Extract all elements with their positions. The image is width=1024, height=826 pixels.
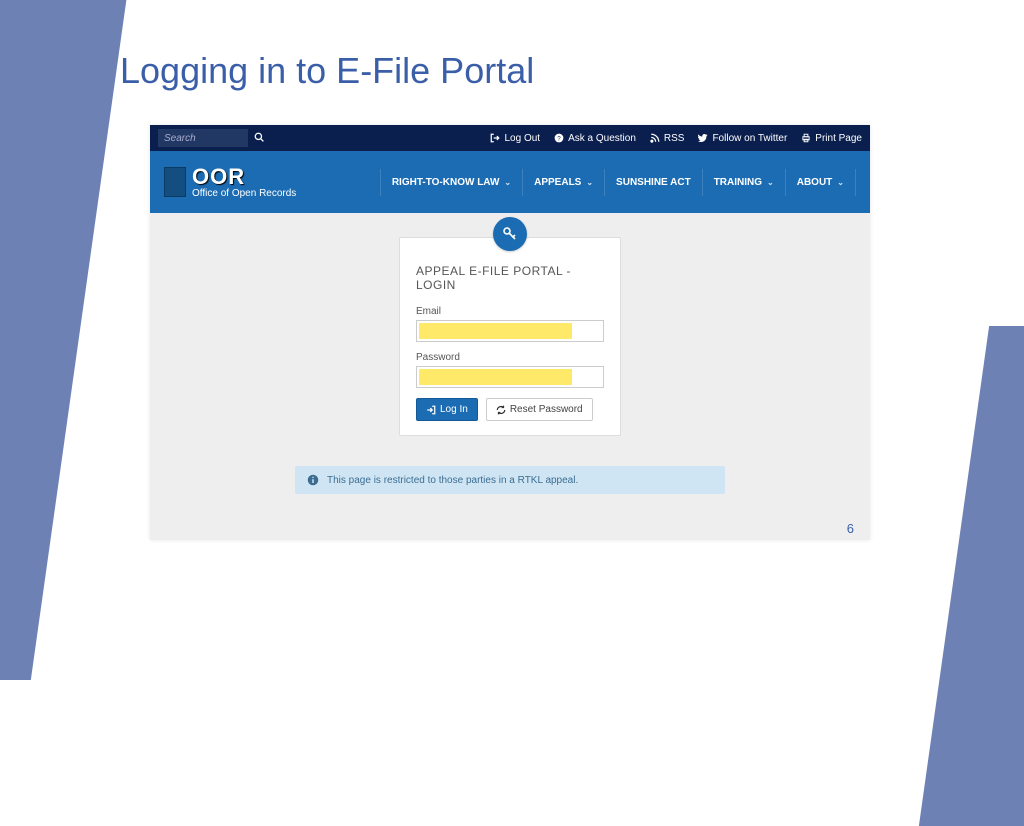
nav-rtk[interactable]: RIGHT-TO-KNOW LAW ⌄ — [380, 169, 522, 196]
password-field[interactable] — [416, 366, 604, 388]
print-icon — [801, 133, 811, 143]
slide-accent-right — [919, 326, 1024, 826]
nav-appeals[interactable]: APPEALS ⌄ — [522, 169, 604, 196]
refresh-icon — [496, 405, 506, 415]
reset-button-label: Reset Password — [510, 404, 583, 415]
slide-title: Logging in to E-File Portal — [120, 50, 534, 92]
ask-link[interactable]: ? Ask a Question — [554, 133, 636, 144]
info-message: This page is restricted to those parties… — [327, 475, 578, 486]
nav-sunshine-label: SUNSHINE ACT — [616, 177, 691, 188]
logo-main: OOR — [192, 166, 296, 188]
twitter-icon — [698, 133, 708, 143]
email-field[interactable] — [416, 320, 604, 342]
chevron-down-icon: ⌄ — [586, 178, 593, 187]
nav-training-label: TRAINING — [714, 177, 762, 188]
email-autofill — [419, 323, 572, 339]
chevron-down-icon: ⌄ — [504, 178, 511, 187]
site-logo[interactable]: OOR Office of Open Records — [164, 166, 296, 199]
utility-links: Log Out ? Ask a Question RSS Follow on T… — [490, 133, 862, 144]
slide-accent-left — [0, 0, 129, 680]
login-card: APPEAL E-FILE PORTAL - LOGIN Email Passw… — [399, 237, 621, 436]
twitter-link[interactable]: Follow on Twitter — [698, 133, 787, 144]
nav-sunshine[interactable]: SUNSHINE ACT — [604, 169, 702, 196]
chevron-down-icon: ⌄ — [767, 178, 774, 187]
nav-appeals-label: APPEALS — [534, 177, 581, 188]
login-button-label: Log In — [440, 404, 468, 415]
nav-about[interactable]: ABOUT ⌄ — [785, 169, 856, 196]
login-title: APPEAL E-FILE PORTAL - LOGIN — [416, 264, 604, 292]
key-icon — [502, 226, 518, 242]
button-row: Log In Reset Password — [416, 398, 604, 421]
rss-icon — [650, 133, 660, 143]
logo-sub: Office of Open Records — [192, 188, 296, 199]
svg-text:?: ? — [557, 136, 561, 143]
login-button[interactable]: Log In — [416, 398, 478, 421]
utility-bar: Log Out ? Ask a Question RSS Follow on T… — [150, 125, 870, 151]
rss-label: RSS — [664, 133, 685, 144]
search-icon[interactable] — [254, 132, 264, 145]
logout-icon — [490, 133, 500, 143]
password-label: Password — [416, 352, 604, 363]
print-link[interactable]: Print Page — [801, 133, 862, 144]
email-label: Email — [416, 306, 604, 317]
login-card-wrap: APPEAL E-FILE PORTAL - LOGIN Email Passw… — [399, 233, 621, 436]
logo-icon — [164, 167, 186, 197]
nav-about-label: ABOUT — [797, 177, 833, 188]
rss-link[interactable]: RSS — [650, 133, 685, 144]
key-badge — [493, 217, 527, 251]
main-nav: RIGHT-TO-KNOW LAW ⌄ APPEALS ⌄ SUNSHINE A… — [380, 169, 856, 196]
content-area: APPEAL E-FILE PORTAL - LOGIN Email Passw… — [150, 213, 870, 494]
nav-rtk-label: RIGHT-TO-KNOW LAW — [392, 177, 500, 188]
search-input[interactable] — [158, 129, 248, 147]
twitter-label: Follow on Twitter — [712, 133, 787, 144]
signin-icon — [426, 405, 436, 415]
page-number: 6 — [847, 521, 854, 536]
logout-label: Log Out — [504, 133, 540, 144]
info-icon — [307, 474, 319, 486]
logout-link[interactable]: Log Out — [490, 133, 540, 144]
password-autofill — [419, 369, 572, 385]
reset-password-button[interactable]: Reset Password — [486, 398, 593, 421]
info-banner: This page is restricted to those parties… — [295, 466, 725, 494]
main-header: OOR Office of Open Records RIGHT-TO-KNOW… — [150, 151, 870, 213]
ask-label: Ask a Question — [568, 133, 636, 144]
nav-training[interactable]: TRAINING ⌄ — [702, 169, 785, 196]
chevron-down-icon: ⌄ — [837, 178, 844, 187]
print-label: Print Page — [815, 133, 862, 144]
question-icon: ? — [554, 133, 564, 143]
app-window: Log Out ? Ask a Question RSS Follow on T… — [150, 125, 870, 540]
